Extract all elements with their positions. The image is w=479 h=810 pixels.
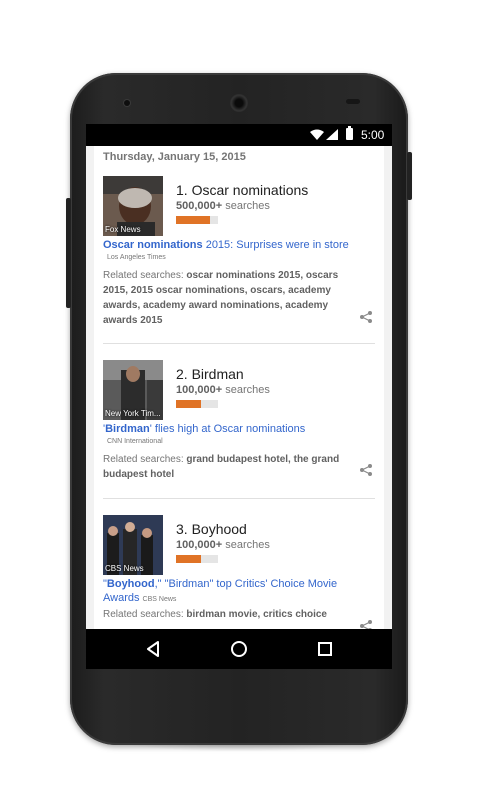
news-source: CBS News	[142, 596, 177, 603]
news-source: CNN International	[107, 438, 163, 445]
share-icon[interactable]	[359, 310, 373, 324]
volume-button	[66, 198, 71, 308]
news-source: Los Angeles Times	[107, 254, 166, 261]
news-headline-link[interactable]: "Boyhood," "Birdman" top Critics' Choice…	[103, 577, 343, 607]
search-count: 100,000+ searches	[176, 384, 270, 396]
share-icon[interactable]	[359, 463, 373, 477]
home-icon[interactable]	[231, 641, 247, 657]
trend-thumbnail[interactable]: New York Tim...	[103, 360, 163, 420]
navigation-bar	[86, 629, 392, 669]
image-source-label: Fox News	[105, 225, 141, 234]
related-searches: Related searches: grand budapest hotel, …	[103, 454, 340, 480]
popularity-bar	[176, 216, 218, 224]
trend-title[interactable]: 1. Oscar nominations	[176, 182, 308, 198]
earpiece-speaker	[230, 94, 248, 112]
trend-thumbnail[interactable]: CBS News	[103, 515, 163, 575]
related-searches: Related searches: birdman movie, critics…	[103, 609, 327, 620]
popularity-bar	[176, 555, 218, 563]
search-count: 100,000+ searches	[176, 539, 270, 551]
signal-icon	[326, 129, 338, 140]
recents-icon[interactable]	[318, 642, 332, 656]
back-icon[interactable]	[146, 641, 160, 657]
battery-icon	[346, 126, 353, 140]
clock: 5:00	[361, 128, 385, 142]
related-searches: Related searches: oscar nominations 2015…	[103, 270, 339, 326]
date-header: Thursday, January 15, 2015	[103, 151, 246, 163]
image-source-label: CBS News	[105, 564, 144, 573]
news-headline-link[interactable]: 'Birdman' flies high at Oscar nomination…	[103, 422, 373, 436]
trends-feed[interactable]: Thursday, January 15, 2015 Fox News 1. O…	[86, 146, 392, 629]
share-icon[interactable]	[359, 619, 373, 629]
search-count: 500,000+ searches	[176, 200, 270, 212]
divider	[103, 343, 375, 344]
image-source-label: New York Tim...	[105, 409, 161, 418]
wifi-icon	[310, 129, 324, 140]
power-button	[407, 152, 412, 200]
trend-title[interactable]: 3. Boyhood	[176, 521, 247, 537]
phone-screen: 5:00 Thursday, January 15, 2015 Fox News…	[86, 124, 392, 669]
trend-thumbnail[interactable]: Fox News	[103, 176, 163, 236]
divider	[103, 498, 375, 499]
trend-title[interactable]: 2. Birdman	[176, 366, 244, 382]
trends-card: Thursday, January 15, 2015 Fox News 1. O…	[94, 146, 384, 629]
news-headline-link[interactable]: Oscar nominations 2015: Surprises were i…	[103, 238, 373, 252]
popularity-bar	[176, 400, 218, 408]
status-bar: 5:00	[86, 124, 392, 146]
proximity-sensor	[346, 99, 360, 104]
front-camera	[124, 100, 130, 106]
